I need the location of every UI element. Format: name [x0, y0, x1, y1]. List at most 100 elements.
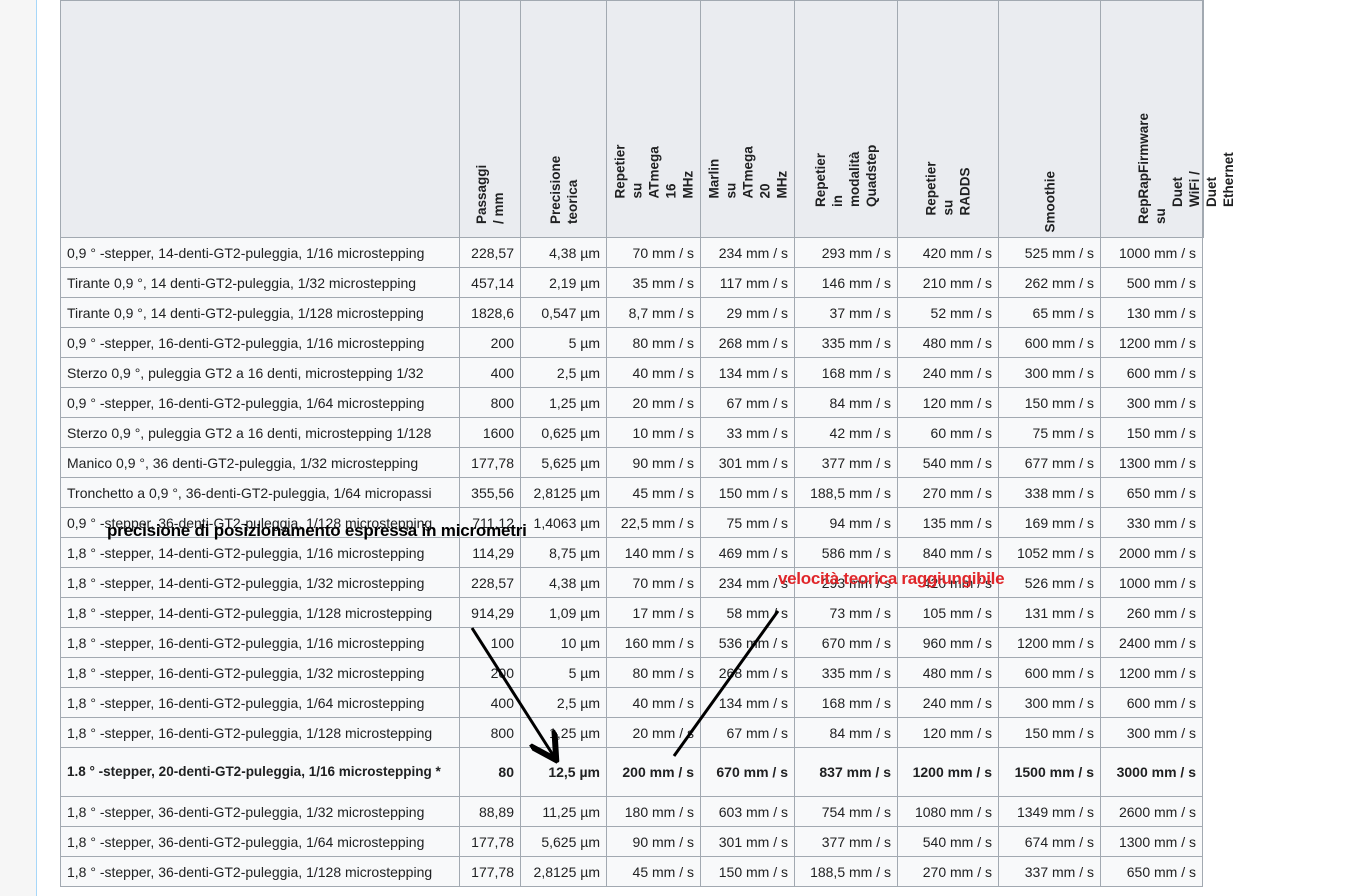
value-cell: 3000 mm / s: [1100, 747, 1203, 797]
table-row: 1,8 ° -stepper, 16-denti-GT2-puleggia, 1…: [60, 687, 1204, 718]
value-cell: 168 mm / s: [794, 357, 898, 388]
value-cell: 17 mm / s: [606, 597, 701, 628]
value-cell: 200: [459, 327, 521, 358]
column-header-label: Repetier su RADDS: [923, 161, 973, 216]
value-cell: 1,4063 µm: [520, 507, 607, 538]
value-cell: 200: [459, 657, 521, 688]
table-row: 0,9 ° -stepper, 14-denti-GT2-puleggia, 1…: [60, 237, 1204, 268]
table-row: 1,8 ° -stepper, 14-denti-GT2-puleggia, 1…: [60, 597, 1204, 628]
value-cell: 228,57: [459, 237, 521, 268]
value-cell: 914,29: [459, 597, 521, 628]
value-cell: 40 mm / s: [606, 687, 701, 718]
value-cell: 135 mm / s: [897, 507, 999, 538]
value-cell: 1200 mm / s: [1100, 327, 1203, 358]
column-header-label: Repetier in modalità Quadstep: [813, 144, 879, 207]
value-cell: 600 mm / s: [1100, 357, 1203, 388]
value-cell: 300 mm / s: [1100, 387, 1203, 418]
row-description-cell: 1,8 ° -stepper, 36-denti-GT2-puleggia, 1…: [60, 856, 460, 887]
value-cell: 114,29: [459, 537, 521, 568]
row-description-cell: Sterzo 0,9 °, puleggia GT2 a 16 denti, m…: [60, 357, 460, 388]
value-cell: 120 mm / s: [897, 717, 999, 748]
speed-precision-table-container: Passaggi / mm Precisione teorica Repetier …: [60, 0, 1236, 887]
value-cell: 377 mm / s: [794, 826, 898, 857]
value-cell: 2,19 µm: [520, 267, 607, 298]
row-description-cell: Tirante 0,9 °, 14 denti-GT2-puleggia, 1/…: [60, 297, 460, 328]
speed-precision-table: Passaggi / mm Precisione teorica Repetier …: [60, 0, 1236, 887]
value-cell: 377 mm / s: [794, 447, 898, 478]
value-cell: 1200 mm / s: [1100, 657, 1203, 688]
row-description-cell: 1,8 ° -stepper, 16-denti-GT2-puleggia, 1…: [60, 687, 460, 718]
value-cell: 240 mm / s: [897, 687, 999, 718]
value-cell: 8,7 mm / s: [606, 297, 701, 328]
value-cell: 105 mm / s: [897, 597, 999, 628]
row-description-cell: 1.8 ° -stepper, 20-denti-GT2-puleggia, 1…: [60, 747, 460, 797]
column-header-0: [60, 0, 460, 238]
value-cell: 10 µm: [520, 627, 607, 658]
value-cell: 1200 mm / s: [897, 747, 999, 797]
value-cell: 240 mm / s: [897, 357, 999, 388]
value-cell: 1500 mm / s: [998, 747, 1101, 797]
value-cell: 480 mm / s: [897, 657, 999, 688]
value-cell: 80: [459, 747, 521, 797]
value-cell: 168 mm / s: [794, 687, 898, 718]
value-cell: 58 mm / s: [700, 597, 795, 628]
value-cell: 94 mm / s: [794, 507, 898, 538]
value-cell: 8,75 µm: [520, 537, 607, 568]
value-cell: 80 mm / s: [606, 657, 701, 688]
column-header-6: Repetier su RADDS: [897, 0, 999, 238]
value-cell: 180 mm / s: [606, 796, 701, 827]
value-cell: 5 µm: [520, 327, 607, 358]
value-cell: 670 mm / s: [794, 627, 898, 658]
value-cell: 40 mm / s: [606, 357, 701, 388]
value-cell: 300 mm / s: [1100, 717, 1203, 748]
value-cell: 600 mm / s: [998, 657, 1101, 688]
value-cell: 677 mm / s: [998, 447, 1101, 478]
value-cell: 268 mm / s: [700, 327, 795, 358]
value-cell: 52 mm / s: [897, 297, 999, 328]
value-cell: 1080 mm / s: [897, 796, 999, 827]
value-cell: 12,5 µm: [520, 747, 607, 797]
value-cell: 1,09 µm: [520, 597, 607, 628]
table-row: 1,8 ° -stepper, 36-denti-GT2-puleggia, 1…: [60, 796, 1204, 827]
column-header-label: RepRapFirmware su: [1135, 112, 1168, 224]
column-header-5: Repetier in modalità Quadstep: [794, 0, 898, 238]
value-cell: 45 mm / s: [606, 856, 701, 887]
value-cell: 2600 mm / s: [1100, 796, 1203, 827]
value-cell: 1052 mm / s: [998, 537, 1101, 568]
row-description-cell: 1,8 ° -stepper, 36-denti-GT2-puleggia, 1…: [60, 796, 460, 827]
value-cell: 337 mm / s: [998, 856, 1101, 887]
value-cell: 150 mm / s: [998, 717, 1101, 748]
value-cell: 22,5 mm / s: [606, 507, 701, 538]
table-row: 1,8 ° -stepper, 16-denti-GT2-puleggia, 1…: [60, 717, 1204, 748]
value-cell: 188,5 mm / s: [794, 477, 898, 508]
table-row: Tirante 0,9 °, 14 denti-GT2-puleggia, 1/…: [60, 267, 1204, 298]
value-cell: 526 mm / s: [998, 567, 1101, 598]
value-cell: 160 mm / s: [606, 627, 701, 658]
table-row: 1.8 ° -stepper, 20-denti-GT2-puleggia, 1…: [60, 747, 1204, 797]
value-cell: 293 mm / s: [794, 237, 898, 268]
value-cell: 35 mm / s: [606, 267, 701, 298]
value-cell: 70 mm / s: [606, 567, 701, 598]
column-header-9: Duet WiFi / Duet Ethernet: [1170, 0, 1236, 238]
value-cell: 540 mm / s: [897, 447, 999, 478]
value-cell: 177,78: [459, 447, 521, 478]
value-cell: 268 mm / s: [700, 657, 795, 688]
value-cell: 335 mm / s: [794, 327, 898, 358]
value-cell: 67 mm / s: [700, 387, 795, 418]
table-row: Manico 0,9 °, 36 denti-GT2-puleggia, 1/3…: [60, 447, 1204, 478]
value-cell: 67 mm / s: [700, 717, 795, 748]
value-cell: 1349 mm / s: [998, 796, 1101, 827]
value-cell: 400: [459, 357, 521, 388]
value-cell: 131 mm / s: [998, 597, 1101, 628]
value-cell: 840 mm / s: [897, 537, 999, 568]
table-row: 1,8 ° -stepper, 16-denti-GT2-puleggia, 1…: [60, 627, 1204, 658]
row-description-cell: 1,8 ° -stepper, 14-denti-GT2-puleggia, 1…: [60, 567, 460, 598]
value-cell: 150 mm / s: [700, 477, 795, 508]
row-description-cell: 0,9 ° -stepper, 16-denti-GT2-puleggia, 1…: [60, 387, 460, 418]
value-cell: 338 mm / s: [998, 477, 1101, 508]
column-header-label: Repetier su ATmega 16 MHz: [612, 144, 695, 199]
value-cell: 84 mm / s: [794, 387, 898, 418]
speed-annotation: velocità teorica raggiungibile: [778, 569, 1005, 588]
row-description-cell: 0,9 ° -stepper, 16-denti-GT2-puleggia, 1…: [60, 327, 460, 358]
value-cell: 586 mm / s: [794, 537, 898, 568]
